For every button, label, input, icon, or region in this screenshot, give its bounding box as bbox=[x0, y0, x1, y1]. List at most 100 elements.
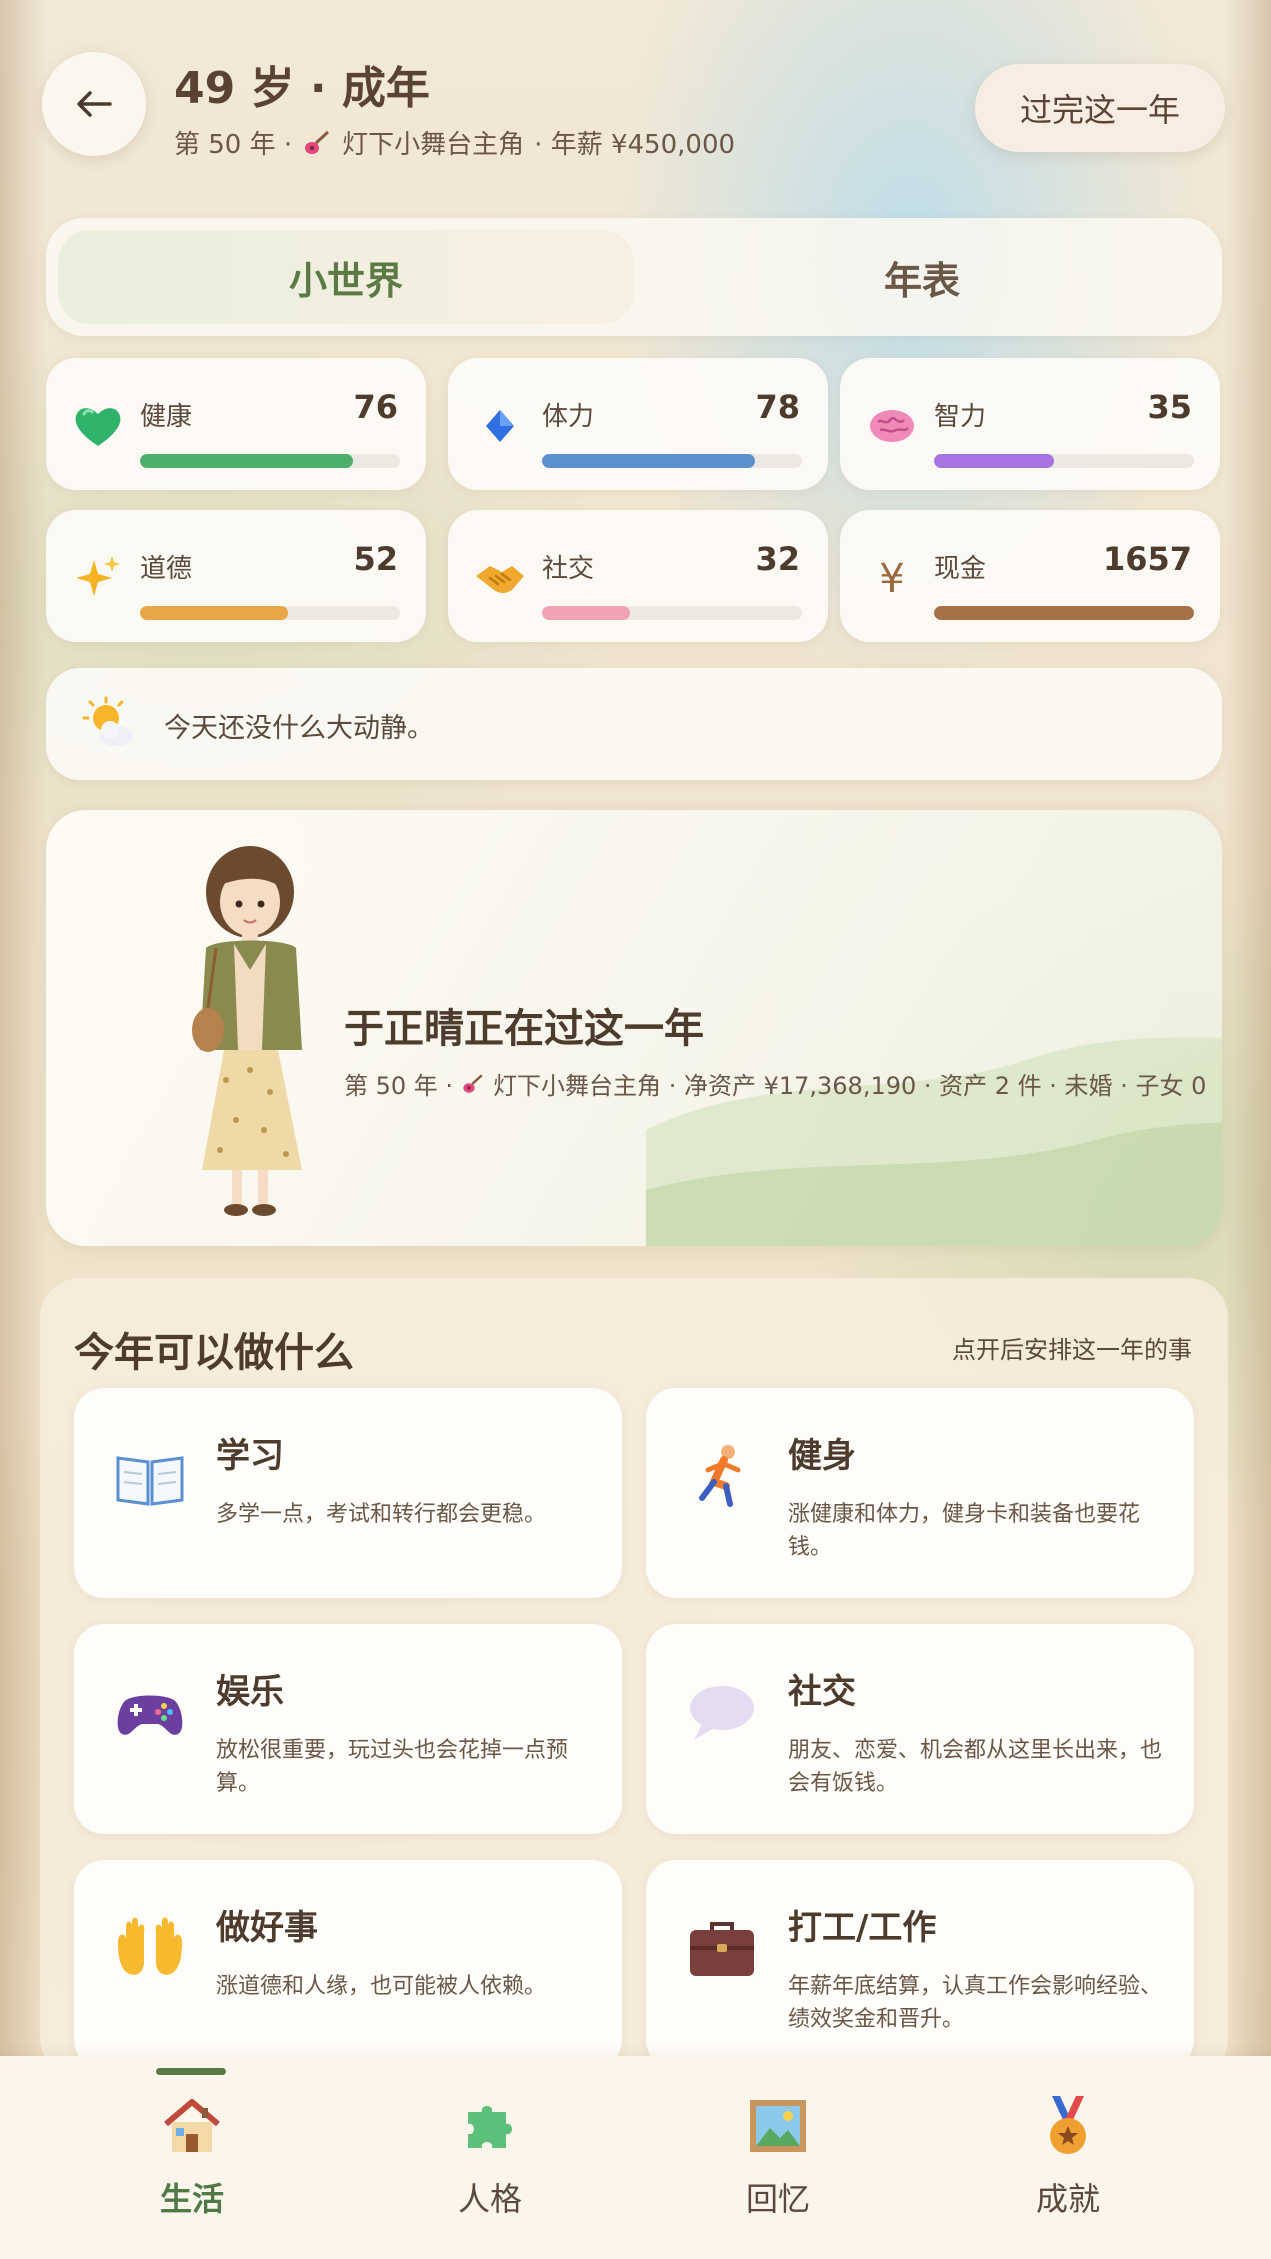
character-name: 于正晴正在过这一年 bbox=[344, 1006, 704, 1052]
nav-item-memories[interactable]: 回忆 bbox=[698, 2094, 858, 2234]
stat-card-intelligence: 智力 35 bbox=[840, 358, 1220, 490]
stat-bar-fill bbox=[934, 606, 1194, 620]
stat-value: 32 bbox=[755, 540, 800, 578]
character-info: 第 50 年 · 灯下小舞台主角 · 净资产 ¥17,368,190 · 资产 … bbox=[344, 1066, 1206, 1101]
nav-active-indicator bbox=[156, 2068, 226, 2075]
house-icon bbox=[164, 2099, 220, 2152]
activity-social[interactable]: 社交 朋友、恋爱、机会都从这里长出来，也会有饭钱。 bbox=[646, 1624, 1194, 1834]
svg-text:¥: ¥ bbox=[879, 556, 904, 602]
activity-desc: 年薪年底结算，认真工作会影响经验、绩效奖金和晋升。 bbox=[788, 1974, 1163, 2032]
stat-label: 道德 bbox=[140, 554, 193, 584]
activity-name: 打工/工作 bbox=[788, 1908, 937, 1948]
activity-fitness[interactable]: 健身 涨健康和体力，健身卡和装备也要花钱。 bbox=[646, 1388, 1194, 1598]
stat-bar bbox=[542, 454, 802, 468]
activity-work[interactable]: 打工/工作 年薪年底结算，认真工作会影响经验、绩效奖金和晋升。 bbox=[646, 1860, 1194, 2070]
activity-desc: 涨健康和体力，健身卡和装备也要花钱。 bbox=[788, 1502, 1141, 1560]
bottom-nav: 生活 人格 回忆 成就 bbox=[0, 2056, 1271, 2259]
nav-label: 回忆 bbox=[745, 2180, 810, 2218]
stat-value: 35 bbox=[1147, 388, 1192, 426]
activity-name: 娱乐 bbox=[216, 1672, 284, 1712]
pass-year-button[interactable]: 过完这一年 bbox=[975, 64, 1225, 152]
brain-icon bbox=[870, 410, 914, 442]
green-heart-icon bbox=[75, 408, 121, 446]
framed-picture-icon bbox=[750, 2100, 806, 2152]
back-button[interactable] bbox=[42, 52, 146, 156]
subtitle-salary: · 年薪 ¥450,000 bbox=[534, 130, 736, 160]
game-controller-icon bbox=[117, 1695, 183, 1735]
stat-label: 社交 bbox=[542, 554, 595, 584]
tab-small-world[interactable]: 小世界 bbox=[58, 230, 634, 324]
guitar-icon bbox=[305, 130, 330, 154]
stat-value: 76 bbox=[353, 388, 398, 426]
stat-card-cash: ¥ 现金 1657 bbox=[840, 510, 1220, 642]
stat-label: 智力 bbox=[934, 402, 987, 432]
activities-hint: 点开后安排这一年的事 bbox=[952, 1336, 1192, 1364]
character-info-year: 第 50 年 · bbox=[344, 1072, 454, 1100]
guitar-icon bbox=[463, 1073, 483, 1093]
stat-card-stamina: 体力 78 bbox=[448, 358, 828, 490]
activity-name: 社交 bbox=[788, 1672, 856, 1712]
stat-bar bbox=[140, 454, 400, 468]
activity-good-deeds[interactable]: 做好事 涨道德和人缘，也可能被人依赖。 bbox=[74, 1860, 622, 2070]
activity-name: 学习 bbox=[216, 1436, 284, 1476]
yen-icon: ¥ bbox=[879, 556, 904, 602]
activity-name: 做好事 bbox=[216, 1908, 318, 1948]
stat-bar-fill bbox=[542, 606, 631, 620]
view-tabs: 小世界 年表 bbox=[46, 218, 1222, 336]
stat-value: 52 bbox=[353, 540, 398, 578]
page-subtitle: 第 50 年 · 灯下小舞台主角 · 年薪 ¥450,000 bbox=[174, 124, 735, 161]
activity-study[interactable]: 学习 多学一点，考试和转行都会更稳。 bbox=[74, 1388, 622, 1598]
stat-card-morality: 道德 52 bbox=[46, 510, 426, 642]
blue-diamond-icon bbox=[486, 410, 514, 442]
activities-title: 今年可以做什么 bbox=[74, 1330, 354, 1376]
running-person-icon bbox=[699, 1445, 741, 1507]
stat-bar-fill bbox=[140, 606, 289, 620]
nav-item-achievements[interactable]: 成就 bbox=[988, 2094, 1148, 2234]
nav-item-life[interactable]: 生活 bbox=[112, 2094, 272, 2234]
stat-bar-fill bbox=[542, 454, 756, 468]
character-info-details: 灯下小舞台主角 · 净资产 ¥17,368,190 · 资产 2 件 · 未婚 … bbox=[493, 1072, 1207, 1100]
character-avatar bbox=[192, 846, 302, 1216]
subtitle-year: 第 50 年 · bbox=[174, 130, 293, 160]
nav-label: 生活 bbox=[159, 2180, 224, 2218]
stat-bar bbox=[934, 606, 1194, 620]
status-text: 今天还没什么大动静。 bbox=[164, 713, 434, 744]
character-card[interactable]: 于正晴正在过这一年 第 50 年 · 灯下小舞台主角 · 净资产 ¥17,368… bbox=[46, 810, 1222, 1246]
sparkles-icon bbox=[76, 556, 120, 596]
stat-bar-fill bbox=[934, 454, 1054, 468]
medal-icon bbox=[1050, 2096, 1086, 2154]
activity-entertainment[interactable]: 娱乐 放松很重要，玩过头也会花掉一点预算。 bbox=[74, 1624, 622, 1834]
window-frame-right bbox=[1225, 0, 1271, 2060]
activity-name: 健身 bbox=[788, 1436, 856, 1476]
nav-item-personality[interactable]: 人格 bbox=[410, 2094, 570, 2234]
stat-label: 现金 bbox=[934, 554, 987, 584]
back-arrow-icon bbox=[77, 91, 112, 117]
stat-value: 1657 bbox=[1102, 540, 1192, 578]
stat-label: 体力 bbox=[542, 402, 595, 432]
stat-bar bbox=[140, 606, 400, 620]
stat-bar bbox=[542, 606, 802, 620]
briefcase-icon bbox=[690, 1922, 754, 1976]
stat-bar bbox=[934, 454, 1194, 468]
activity-desc: 涨道德和人缘，也可能被人依赖。 bbox=[216, 1974, 547, 1999]
handshake-icon bbox=[476, 566, 524, 593]
open-book-icon bbox=[116, 1456, 184, 1506]
stat-card-social: 社交 32 bbox=[448, 510, 828, 642]
stat-bar-fill bbox=[140, 454, 354, 468]
nav-label: 成就 bbox=[1035, 2180, 1100, 2218]
sun-behind-cloud-icon bbox=[82, 696, 133, 746]
daily-status-message: 今天还没什么大动静。 bbox=[46, 668, 1222, 780]
open-hands-icon bbox=[118, 1917, 182, 1975]
speech-bubble-icon bbox=[690, 1686, 754, 1740]
activity-desc: 朋友、恋爱、机会都从这里长出来，也会有饭钱。 bbox=[788, 1738, 1163, 1796]
activity-desc: 多学一点，考试和转行都会更稳。 bbox=[216, 1502, 547, 1527]
stat-card-health: 健康 76 bbox=[46, 358, 426, 490]
page-title: 49 岁 · 成年 bbox=[174, 63, 430, 114]
subtitle-job: 灯下小舞台主角 bbox=[342, 130, 525, 160]
activity-desc: 放松很重要，玩过头也会花掉一点预算。 bbox=[216, 1738, 569, 1796]
stat-label: 健康 bbox=[140, 402, 193, 432]
activities-panel: 今年可以做什么 点开后安排这一年的事 学习 多学一点，考试和转行都会更稳。 健身… bbox=[40, 1278, 1228, 2078]
stat-value: 78 bbox=[755, 388, 800, 426]
tab-timeline[interactable]: 年表 bbox=[634, 230, 1210, 324]
puzzle-piece-icon bbox=[468, 2106, 512, 2148]
